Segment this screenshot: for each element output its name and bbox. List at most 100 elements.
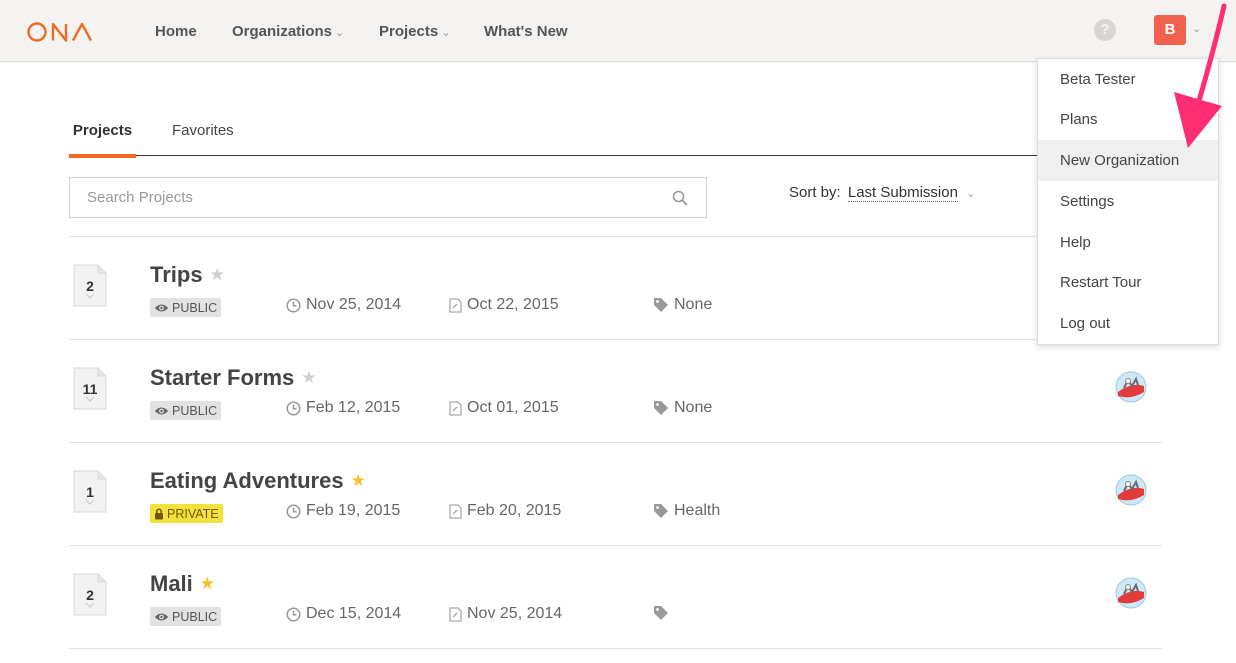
- last-submission-date-text: Nov 25, 2014: [467, 605, 563, 622]
- menu-item-log-out[interactable]: Log out: [1038, 303, 1218, 344]
- chevron-down-icon[interactable]: ⌄: [966, 188, 975, 200]
- project-row[interactable]: 1 Eating Adventures ★ PRIVATE Feb 19, 2015 Fe…: [69, 443, 1162, 545]
- shared-user-avatar[interactable]: [1114, 576, 1148, 610]
- search-icon[interactable]: [672, 190, 688, 206]
- user-avatar-button[interactable]: B: [1154, 15, 1186, 45]
- project-title[interactable]: Trips: [150, 262, 203, 288]
- visibility-label: PUBLIC: [172, 609, 218, 624]
- star-icon[interactable]: ★: [210, 265, 225, 285]
- form-count-icon[interactable]: 2: [73, 573, 107, 616]
- chevron-down-icon: ⌄: [335, 26, 345, 39]
- created-date: Nov 25, 2014: [286, 296, 401, 314]
- project-tags-text: None: [674, 399, 713, 416]
- nav-home[interactable]: Home: [155, 0, 197, 62]
- project-title[interactable]: Starter Forms: [150, 365, 294, 391]
- document-edit-icon: [449, 606, 462, 622]
- visibility-badge: PUBLIC: [150, 401, 222, 420]
- last-submission-date-text: Feb 20, 2015: [467, 502, 562, 519]
- tab-favorites[interactable]: Favorites: [172, 122, 234, 139]
- tag-icon: [654, 504, 668, 518]
- lock-icon: [155, 507, 163, 519]
- tag-icon: [654, 401, 668, 415]
- project-tags-text: Health: [674, 502, 721, 519]
- shared-user-avatar[interactable]: [1114, 370, 1148, 404]
- visibility-badge: PUBLIC: [150, 607, 222, 626]
- project-row[interactable]: 11 Starter Forms ★ PUBLIC Feb 12, 2015 Oct 01…: [69, 340, 1162, 442]
- form-count: 2: [86, 587, 94, 603]
- menu-item-restart-tour[interactable]: Restart Tour: [1038, 262, 1218, 303]
- ona-logo[interactable]: [26, 19, 98, 45]
- project-tags: [653, 605, 674, 621]
- user-dropdown-menu: Beta Tester Plans New Organization Setti…: [1037, 58, 1219, 345]
- menu-item-plans[interactable]: Plans: [1038, 99, 1218, 140]
- sort-label: Sort by:: [789, 184, 841, 201]
- nav-organizations-label: Organizations: [232, 22, 333, 40]
- search-box: [69, 177, 707, 218]
- project-title-wrap: Mali ★: [150, 571, 215, 597]
- document-edit-icon: [449, 297, 462, 313]
- tag-icon: [654, 606, 668, 620]
- eye-icon: [154, 613, 169, 620]
- tag-icon: [654, 298, 668, 312]
- row-divider: [69, 648, 1162, 649]
- menu-item-settings[interactable]: Settings: [1038, 181, 1218, 222]
- last-submission-date: Nov 25, 2014: [449, 605, 562, 623]
- created-date-text: Feb 12, 2015: [306, 399, 401, 416]
- sort-dropdown[interactable]: Last Submission: [847, 184, 958, 202]
- project-title-wrap: Starter Forms ★: [150, 365, 317, 391]
- document-edit-icon: [449, 400, 462, 416]
- project-title-wrap: Trips ★: [150, 262, 225, 288]
- form-count-icon[interactable]: 1: [73, 470, 107, 513]
- shared-user-avatar[interactable]: [1114, 473, 1148, 507]
- chevron-down-icon[interactable]: ⌄: [1192, 22, 1201, 35]
- menu-item-new-organization[interactable]: New Organization: [1038, 140, 1218, 181]
- nav-projects[interactable]: Projects ⌄: [379, 0, 450, 62]
- last-submission-date-text: Oct 01, 2015: [467, 399, 559, 416]
- visibility-label: PUBLIC: [172, 403, 218, 418]
- project-title[interactable]: Mali: [150, 571, 193, 597]
- last-submission-date: Oct 01, 2015: [449, 399, 559, 417]
- project-tags: Health: [653, 502, 720, 520]
- form-count-icon[interactable]: 2: [73, 264, 107, 307]
- clock-icon: [286, 297, 301, 313]
- last-submission-date-text: Oct 22, 2015: [467, 296, 559, 313]
- nav-whats-new[interactable]: What's New: [484, 0, 568, 62]
- eye-icon: [154, 304, 169, 311]
- active-tab-indicator: [69, 154, 136, 158]
- search-input[interactable]: [70, 178, 660, 217]
- nav-projects-label: Projects: [379, 22, 439, 40]
- sort-control: Sort by: Last Submission ⌄: [789, 184, 975, 202]
- clock-icon: [286, 400, 301, 416]
- tab-projects[interactable]: Projects: [69, 122, 136, 139]
- tabs-divider: [69, 155, 1162, 156]
- nav-whats-new-label: What's New: [484, 22, 568, 40]
- star-icon[interactable]: ★: [200, 574, 215, 594]
- star-icon[interactable]: ★: [351, 471, 366, 491]
- visibility-label: PRIVATE: [167, 506, 219, 521]
- project-tags: None: [653, 399, 712, 417]
- form-count: 2: [86, 278, 94, 294]
- form-count: 1: [86, 484, 94, 500]
- nav-home-label: Home: [155, 22, 197, 40]
- project-title[interactable]: Eating Adventures: [150, 468, 344, 494]
- star-icon[interactable]: ★: [301, 368, 316, 388]
- eye-icon: [154, 407, 169, 414]
- project-row[interactable]: 2 Mali ★ PUBLIC Dec 15, 2014 Nov 25, 2014: [69, 546, 1162, 648]
- created-date: Feb 19, 2015: [286, 502, 400, 520]
- project-tags-text: None: [674, 296, 713, 313]
- project-tags: None: [653, 296, 712, 314]
- visibility-label: PUBLIC: [172, 300, 218, 315]
- form-count: 11: [82, 381, 98, 397]
- nav-organizations[interactable]: Organizations ⌄: [232, 0, 344, 62]
- help-icon[interactable]: ?: [1094, 19, 1116, 41]
- form-count-icon[interactable]: 11: [73, 367, 107, 410]
- created-date: Dec 15, 2014: [286, 605, 401, 623]
- menu-item-beta-tester[interactable]: Beta Tester: [1038, 59, 1218, 100]
- project-title-wrap: Eating Adventures ★: [150, 468, 366, 494]
- created-date-text: Dec 15, 2014: [306, 605, 402, 622]
- document-edit-icon: [449, 503, 462, 519]
- project-row[interactable]: 2 Trips ★ PUBLIC Nov 25, 2014 Oct 22, 2015 Non…: [69, 237, 1162, 339]
- menu-item-help[interactable]: Help: [1038, 222, 1218, 263]
- visibility-badge: PRIVATE: [150, 504, 223, 523]
- chevron-down-icon: ⌄: [441, 26, 451, 39]
